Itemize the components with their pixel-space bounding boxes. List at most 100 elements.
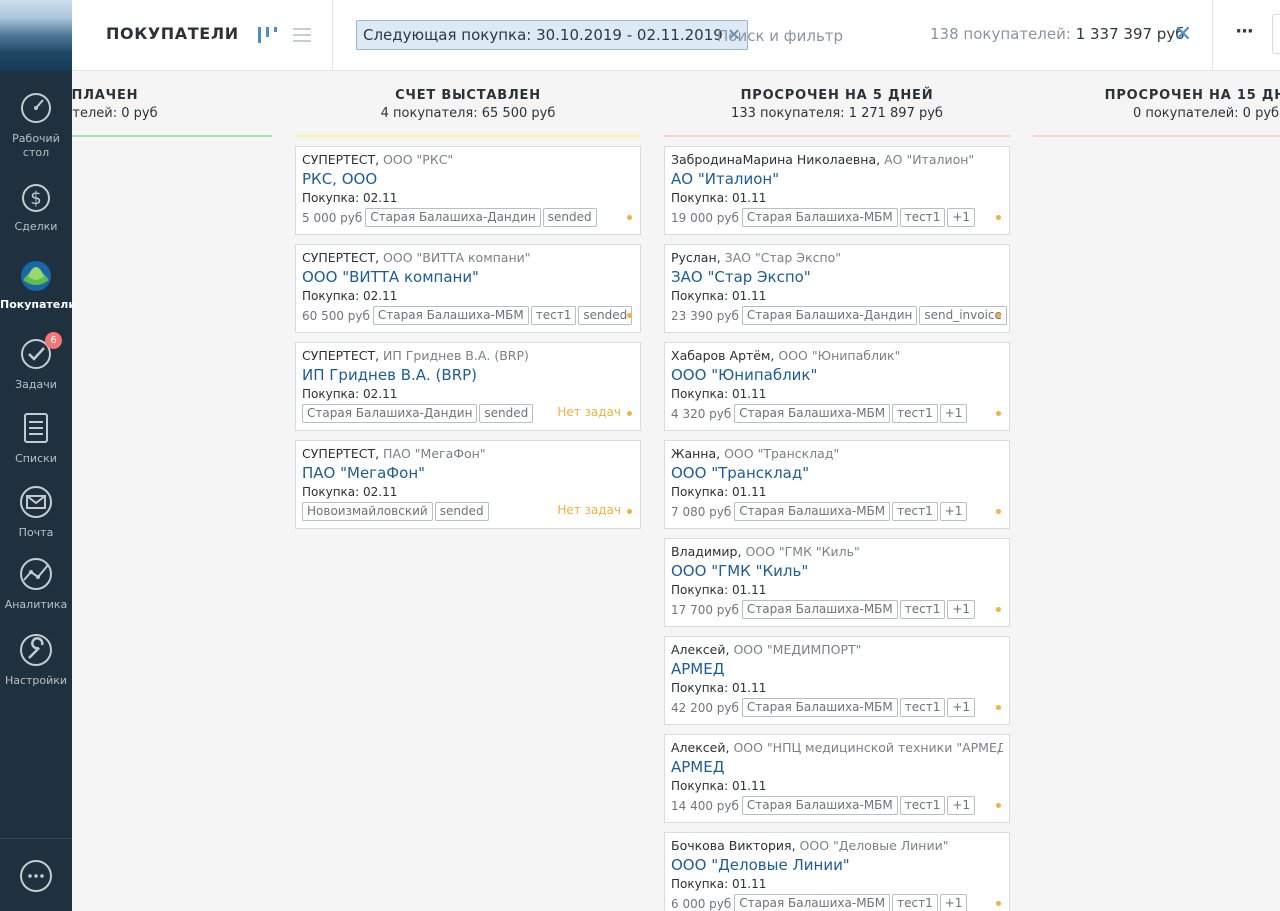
customer-name-link[interactable]: ПАО "МегаФон" xyxy=(302,464,634,482)
company-name[interactable]: ООО "Деловые Линии" xyxy=(800,838,949,853)
customer-card[interactable]: СУПЕРТЕСТ, ООО "ВИТТА компани" ООО "ВИТТА… xyxy=(295,244,641,333)
customer-name-link[interactable]: АРМЕД xyxy=(671,660,1003,678)
sidebar-item-dashboard[interactable]: Рабочий стол xyxy=(0,90,72,160)
customer-name-link[interactable]: ООО "Юнипаблик" xyxy=(671,366,1003,384)
sidebar-item-customers[interactable]: Покупатели xyxy=(0,256,76,312)
company-name[interactable]: ООО "ВИТТА компани" xyxy=(383,250,530,265)
card-tag[interactable]: тест1 xyxy=(899,698,946,717)
card-tag[interactable]: Новоизмайловский xyxy=(302,502,433,521)
card-tag[interactable]: sended xyxy=(479,404,534,423)
contact-name[interactable]: Владимир, xyxy=(671,544,741,559)
card-tag[interactable]: sended xyxy=(542,208,597,227)
card-tag[interactable]: +1 xyxy=(939,894,968,911)
customer-card[interactable]: Владимир, ООО "ГМК "Киль" ООО "ГМК "Киль"… xyxy=(664,538,1010,627)
contact-name[interactable]: СУПЕРТЕСТ, xyxy=(302,348,379,363)
customer-card[interactable]: Руслан, ЗАО "Стар Экспо" ЗАО "Стар Экспо"… xyxy=(664,244,1010,333)
customer-card[interactable]: Алексей, ООО "МЕДИМПОРТ" АРМЕД Покупка: 01… xyxy=(664,636,1010,725)
company-name[interactable]: ООО "НПЦ медицинской техники "АРМЕД" xyxy=(733,740,1003,755)
list-view-icon[interactable] xyxy=(293,26,311,44)
contact-name[interactable]: Алексей, xyxy=(671,642,729,657)
contact-name[interactable]: СУПЕРТЕСТ, xyxy=(302,250,379,265)
card-tag[interactable]: +1 xyxy=(947,796,976,815)
search-input[interactable] xyxy=(717,24,917,48)
filter-tag[interactable]: Следующая покупка: 30.10.2019 - 02.11.20… xyxy=(356,20,748,50)
sidebar-item-settings[interactable]: Настройки xyxy=(0,632,72,688)
company-name[interactable]: АО "Италион" xyxy=(884,152,974,167)
contact-name[interactable]: ЗабродинаМарина Николаевна, xyxy=(671,152,880,167)
customer-name-link[interactable]: РКС, ООО xyxy=(302,170,634,188)
card-tag[interactable]: sended xyxy=(434,502,489,521)
card-tag[interactable]: sended xyxy=(578,306,633,325)
card-tag[interactable]: тест1 xyxy=(899,796,946,815)
card-tag[interactable]: +1 xyxy=(939,404,968,423)
customer-name-link[interactable]: АО "Италион" xyxy=(671,170,1003,188)
contact-name[interactable]: СУПЕРТЕСТ, xyxy=(302,446,379,461)
card-tag[interactable]: тест1 xyxy=(892,404,938,423)
card-tag[interactable]: +1 xyxy=(947,208,976,227)
card-tag[interactable]: +1 xyxy=(947,698,976,717)
card-tag[interactable]: Старая Балашиха-МБМ xyxy=(734,502,891,521)
customer-card[interactable]: СУПЕРТЕСТ, ИП Гриднев В.А. (BRP) ИП Гридн… xyxy=(295,342,641,431)
company-name[interactable]: ЗАО "Стар Экспо" xyxy=(725,250,841,265)
sidebar-item-deals[interactable]: $ Сделки xyxy=(0,178,72,234)
customer-card[interactable]: Жанна, ООО "Трансклад" ООО "Трансклад" Пок… xyxy=(664,440,1010,529)
card-tag[interactable]: Старая Балашиха-МБМ xyxy=(741,796,898,815)
add-button[interactable] xyxy=(1272,14,1280,54)
card-tag[interactable]: Старая Балашиха-МБМ xyxy=(741,698,898,717)
company-name[interactable]: ООО "МЕДИМПОРТ" xyxy=(733,642,861,657)
customer-card[interactable]: ЗабродинаМарина Николаевна, АО "Италион"… xyxy=(664,146,1010,235)
card-tag[interactable]: Старая Балашиха-МБМ xyxy=(734,894,891,911)
customer-card[interactable]: СУПЕРТЕСТ, ООО "РКС" РКС, ООО Покупка: 02.… xyxy=(295,146,641,235)
more-button[interactable]: ··· xyxy=(1232,20,1256,48)
company-name[interactable]: ИП Гриднев В.А. (BRP) xyxy=(383,348,529,363)
card-tag[interactable]: тест1 xyxy=(899,600,946,619)
contact-name[interactable]: Хабаров Артём, xyxy=(671,348,774,363)
card-footer: 4 320 руб Старая Балашиха-МБМ тест1 +1 xyxy=(671,404,1003,424)
company-name[interactable]: ПАО "МегаФон" xyxy=(383,446,486,461)
card-tag[interactable]: тест1 xyxy=(899,208,946,227)
sidebar-item-mail[interactable]: Почта xyxy=(0,484,72,540)
card-tag[interactable]: +1 xyxy=(939,502,968,521)
customer-card[interactable]: Хабаров Артём, ООО "Юнипаблик" ООО "Юнипа… xyxy=(664,342,1010,431)
kanban-view-icon[interactable] xyxy=(256,24,278,46)
company-name[interactable]: ООО "ГМК "Киль" xyxy=(745,544,859,559)
card-tag[interactable]: Старая Балашиха-Дандин xyxy=(365,208,541,227)
card-tag[interactable]: тест1 xyxy=(530,306,577,325)
customer-name-link[interactable]: ООО "Трансклад" xyxy=(671,464,1003,482)
customer-name-link[interactable]: ООО "Деловые Линии" xyxy=(671,856,1003,874)
company-name[interactable]: ООО "Трансклад" xyxy=(724,446,839,461)
sidebar-item-analytics[interactable]: Аналитика xyxy=(0,556,72,612)
card-tag[interactable]: +1 xyxy=(947,600,976,619)
card-tag[interactable]: тест1 xyxy=(892,502,938,521)
contact-name[interactable]: Руслан, xyxy=(671,250,721,265)
card-tag[interactable]: Старая Балашиха-Дандин xyxy=(302,404,478,423)
sidebar-item-tasks[interactable]: 6 Задачи xyxy=(0,332,72,392)
customer-card[interactable]: Бочкова Виктория, ООО "Деловые Линии" ООО… xyxy=(664,832,1010,911)
contact-name[interactable]: Алексей, xyxy=(671,740,729,755)
card-tag[interactable]: тест1 xyxy=(892,894,938,911)
card-tag[interactable]: Старая Балашиха-Дандин xyxy=(741,306,918,325)
card-tag[interactable]: Старая Балашиха-МБМ xyxy=(741,600,898,619)
contact-name[interactable]: Жанна, xyxy=(671,446,720,461)
clear-filter-icon[interactable]: ✕ xyxy=(1171,21,1195,49)
customer-card[interactable]: Алексей, ООО "НПЦ медицинской техники "А… xyxy=(664,734,1010,823)
card-tag[interactable]: send_invoice xyxy=(919,306,1007,325)
customer-name-link[interactable]: АРМЕД xyxy=(671,758,1003,776)
contact-name[interactable]: Бочкова Виктория, xyxy=(671,838,796,853)
customer-name-link[interactable]: ООО "ГМК "Киль" xyxy=(671,562,1003,580)
customer-name-link[interactable]: ИП Гриднев В.А. (BRP) xyxy=(302,366,634,384)
customer-name-link[interactable]: ООО "ВИТТА компани" xyxy=(302,268,634,286)
contact-name[interactable]: СУПЕРТЕСТ, xyxy=(302,152,379,167)
next-purchase: Покупка: 02.11 xyxy=(302,485,398,499)
company-name[interactable]: ООО "РКС" xyxy=(383,152,453,167)
sidebar-item-lists[interactable]: Списки xyxy=(0,410,72,466)
customer-card[interactable]: СУПЕРТЕСТ, ПАО "МегаФон" ПАО "МегаФон" Пок… xyxy=(295,440,641,529)
card-tag[interactable]: Старая Балашиха-МБМ xyxy=(734,404,891,423)
account-logo[interactable] xyxy=(0,0,72,71)
card-tag[interactable]: Старая Балашиха-МБМ xyxy=(372,306,529,325)
company-name[interactable]: ООО "Юнипаблик" xyxy=(778,348,900,363)
card-tag[interactable]: Старая Балашиха-МБМ xyxy=(741,208,898,227)
chat-icon[interactable] xyxy=(18,858,54,894)
customer-name-link[interactable]: ЗАО "Стар Экспо" xyxy=(671,268,1003,286)
card-footer: 42 200 руб Старая Балашиха-МБМ тест1 +1 xyxy=(671,698,1003,718)
